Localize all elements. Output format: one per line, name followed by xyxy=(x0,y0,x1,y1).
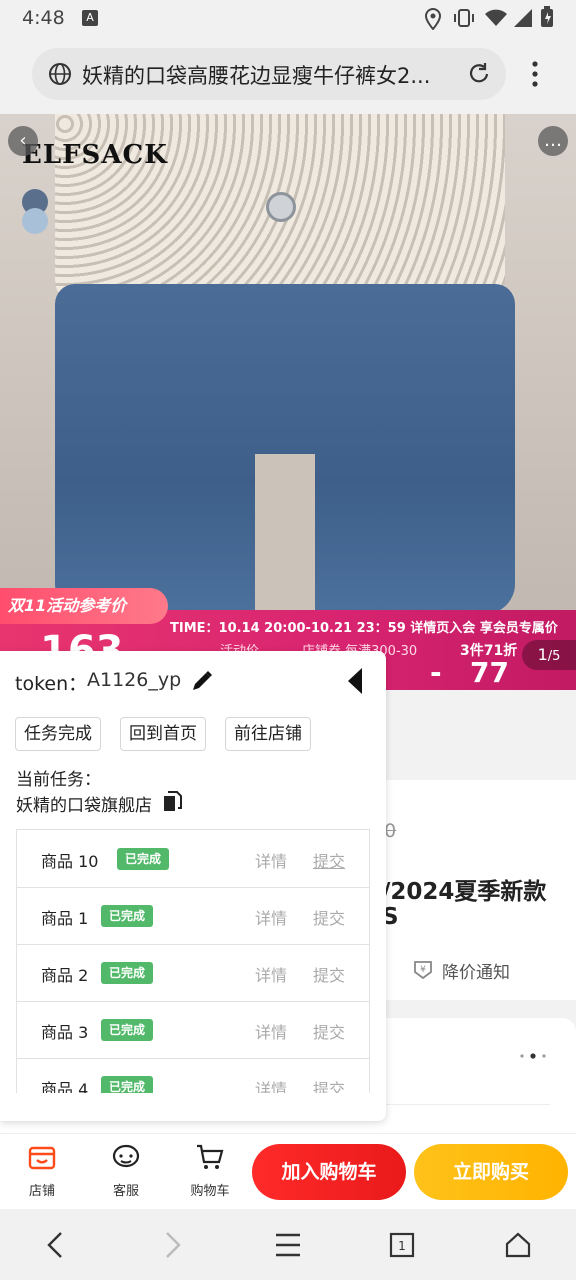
current-task-label: 当前任务： xyxy=(16,770,101,790)
more-button[interactable]: … xyxy=(538,126,568,156)
submit-link[interactable]: 提交 xyxy=(313,905,345,929)
divider xyxy=(384,1104,550,1105)
tabs-icon[interactable]: 1 xyxy=(388,1231,416,1259)
service-tab[interactable]: 客服 xyxy=(96,1142,156,1199)
color-swatch-light[interactable] xyxy=(22,208,48,234)
edit-icon[interactable] xyxy=(190,669,214,693)
promo-time: TIME：10.14 20:00-10.21 23：59 详情页入会 享会员专属… xyxy=(170,621,558,636)
task-complete-button[interactable]: 任务完成 xyxy=(15,717,101,751)
browser-nav-bar: 1 xyxy=(0,1209,576,1280)
task-row: 商品 10 已完成 详情 提交 xyxy=(17,830,369,888)
globe-icon xyxy=(49,63,71,85)
menu-icon[interactable] xyxy=(274,1231,302,1259)
go-store-button[interactable]: 前往店铺 xyxy=(225,717,311,751)
task-row: 商品 2 已完成 详情 提交 xyxy=(17,944,369,1002)
cart-label: 购物车 xyxy=(190,1184,230,1199)
promo-tag: 双11活动参考价 xyxy=(0,588,168,624)
back-button[interactable]: ‹ xyxy=(8,126,38,156)
more-menu-icon[interactable] xyxy=(530,60,540,90)
token-value: A1126_yp xyxy=(87,669,182,691)
cart-icon xyxy=(197,1144,224,1169)
add-to-cart-button[interactable]: 加入购物车 xyxy=(252,1144,406,1200)
status-badge: 已完成 xyxy=(101,905,154,927)
promo-price-prefix: - xyxy=(430,656,442,689)
jeans-button xyxy=(266,192,296,222)
current-task-value: 妖精的口袋旗舰店 xyxy=(16,796,152,816)
detail-link[interactable]: 详情 xyxy=(255,848,287,872)
copy-icon[interactable] xyxy=(162,791,182,813)
task-row: 商品 3 已完成 详情 提交 xyxy=(17,1001,369,1059)
signal-icon xyxy=(514,9,532,27)
detail-link[interactable]: 详情 xyxy=(255,1019,287,1043)
task-row-name: 商品 3 xyxy=(41,1023,89,1042)
task-row-name: 商品 2 xyxy=(41,966,89,985)
page-total: /5 xyxy=(547,649,561,664)
notification-icon: A xyxy=(82,10,98,26)
carousel-dots xyxy=(520,1053,546,1059)
submit-link[interactable]: 提交 xyxy=(313,1076,345,1093)
task-row-name: 商品 10 xyxy=(41,852,99,871)
location-icon xyxy=(424,8,442,30)
detail-link[interactable]: 详情 xyxy=(255,1076,287,1093)
submit-link[interactable]: 提交 xyxy=(313,848,345,872)
svg-text:1: 1 xyxy=(398,1239,406,1253)
collapse-panel-icon[interactable] xyxy=(346,667,364,695)
vibrate-icon xyxy=(454,9,474,27)
promo-price: 77 xyxy=(470,656,509,689)
bottom-action-bar: 店铺 客服 购物车 加入购物车 立即购买 xyxy=(0,1133,576,1210)
detail-link[interactable]: 详情 xyxy=(255,905,287,929)
back-icon[interactable] xyxy=(44,1231,66,1259)
cart-tab[interactable]: 购物车 xyxy=(180,1142,240,1199)
wifi-icon xyxy=(485,9,507,26)
forward-icon[interactable] xyxy=(162,1231,184,1259)
status-badge: 已完成 xyxy=(101,962,154,984)
browser-toolbar: 妖精的口袋高腰花边显瘦牛仔裤女2... xyxy=(0,36,576,114)
task-row: 商品 4 已完成 详情 提交 xyxy=(17,1058,369,1093)
product-title: /2024夏季新款 xyxy=(382,879,547,905)
battery-icon xyxy=(541,6,553,27)
price-alert-link[interactable]: 降价通知 xyxy=(442,958,510,983)
status-time: 4:48 xyxy=(22,7,65,29)
buy-now-button[interactable]: 立即购买 xyxy=(414,1144,568,1200)
brand-logo: ELFSACK xyxy=(22,140,168,170)
service-label: 客服 xyxy=(112,1184,139,1199)
svg-text:¥: ¥ xyxy=(420,965,426,975)
status-badge: 已完成 xyxy=(101,1019,154,1041)
page-current: 1 xyxy=(537,645,548,664)
status-bar: 4:48 A xyxy=(0,0,576,36)
price-tag-icon: ¥ xyxy=(414,961,432,980)
task-row-name: 商品 4 xyxy=(41,1080,89,1093)
reload-icon[interactable] xyxy=(466,61,492,87)
task-row: 商品 1 已完成 详情 提交 xyxy=(17,887,369,945)
customer-service-icon xyxy=(112,1144,140,1168)
task-list: 商品 10 已完成 详情 提交 商品 1 已完成 详情 提交 商品 2 已完成 … xyxy=(16,829,370,1093)
submit-link[interactable]: 提交 xyxy=(313,1019,345,1043)
task-row-name: 商品 1 xyxy=(41,909,89,928)
detail-link[interactable]: 详情 xyxy=(255,962,287,986)
image-page-indicator: 1/5 xyxy=(522,640,576,670)
store-label: 店铺 xyxy=(28,1184,55,1199)
store-icon xyxy=(28,1146,56,1170)
store-tab[interactable]: 店铺 xyxy=(12,1142,72,1199)
token-label: token： xyxy=(15,673,88,695)
task-panel: token： A1126_yp 任务完成 回到首页 前往店铺 当前任务： 妖精的… xyxy=(0,651,386,1121)
status-badge: 已完成 xyxy=(101,1076,154,1093)
submit-link[interactable]: 提交 xyxy=(313,962,345,986)
home-icon[interactable] xyxy=(504,1231,532,1259)
status-badge: 已完成 xyxy=(117,848,170,870)
back-home-button[interactable]: 回到首页 xyxy=(120,717,206,751)
page-title[interactable]: 妖精的口袋高腰花边显瘦牛仔裤女2... xyxy=(82,60,462,90)
